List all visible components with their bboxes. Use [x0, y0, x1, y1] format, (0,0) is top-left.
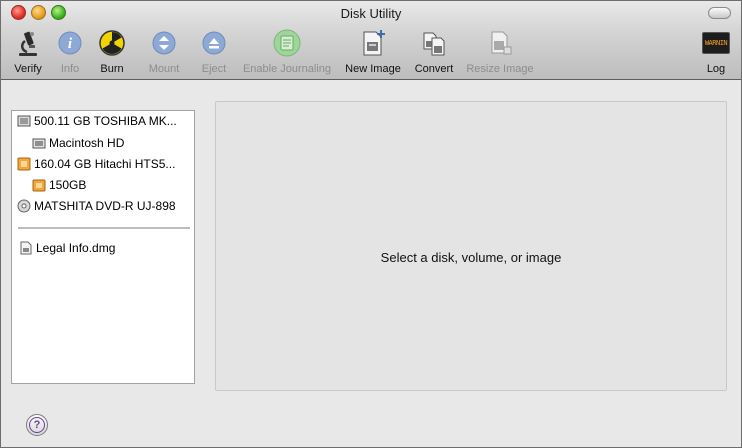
log-icon-text: WARNIN: [704, 39, 728, 47]
log-button[interactable]: WARNIN Log: [699, 29, 733, 77]
convert-button[interactable]: Convert: [411, 29, 457, 77]
eject-label: Eject: [201, 63, 227, 75]
window-title: Disk Utility: [340, 6, 402, 21]
sidebar-item-label: Macintosh HD: [49, 136, 125, 150]
sidebar-item-macintosh-hd[interactable]: Macintosh HD: [32, 134, 124, 152]
disk-list-sidebar[interactable]: 500.11 GB TOSHIBA MK... Macintosh HD 160…: [11, 110, 195, 384]
verify-label: Verify: [14, 63, 42, 75]
sidebar-divider: [18, 227, 190, 229]
sidebar-item-dvd-drive[interactable]: MATSHITA DVD-R UJ-898: [17, 197, 176, 215]
volume-icon: [32, 136, 46, 150]
log-icon: WARNIN: [702, 29, 730, 57]
enable-journaling-label: Enable Journaling: [242, 63, 332, 75]
burn-label: Burn: [100, 63, 124, 75]
resize-image-label: Resize Image: [466, 63, 534, 75]
log-label: Log: [706, 63, 726, 75]
external-volume-icon: [32, 178, 46, 192]
mount-button[interactable]: Mount: [145, 29, 183, 77]
enable-journaling-button[interactable]: Enable Journaling: [241, 29, 333, 77]
mount-label: Mount: [148, 63, 180, 75]
eject-button[interactable]: Eject: [197, 29, 231, 77]
sidebar-item-legal-info-dmg[interactable]: Legal Info.dmg: [19, 239, 115, 257]
detail-pane: Select a disk, volume, or image: [215, 101, 727, 391]
convert-icon: [420, 29, 448, 57]
new-image-icon: [359, 29, 387, 57]
sidebar-item-label: 500.11 GB TOSHIBA MK...: [34, 114, 177, 128]
sidebar-item-label: 160.04 GB Hitachi HTS5...: [34, 157, 176, 171]
convert-label: Convert: [414, 63, 454, 75]
sidebar-item-label: MATSHITA DVD-R UJ-898: [34, 199, 176, 213]
help-icon: ?: [29, 417, 45, 433]
sidebar-item-150gb[interactable]: 150GB: [32, 176, 86, 194]
detail-placeholder-text: Select a disk, volume, or image: [380, 250, 562, 265]
sidebar-item-hitachi-disk[interactable]: 160.04 GB Hitachi HTS5...: [17, 155, 175, 173]
sidebar-item-label: Legal Info.dmg: [36, 241, 116, 255]
journaling-icon: [273, 29, 301, 57]
new-image-button[interactable]: New Image: [343, 29, 403, 77]
burn-icon: [98, 29, 126, 57]
eject-icon: [200, 29, 228, 57]
disk-utility-window: Disk Utility Verify i Info Burn Mount Ej…: [0, 0, 742, 448]
burn-button[interactable]: Burn: [95, 29, 129, 77]
resize-image-button[interactable]: Resize Image: [463, 29, 537, 77]
resize-image-icon: [486, 29, 514, 57]
info-button[interactable]: i Info: [55, 29, 85, 77]
internal-disk-icon: [17, 114, 31, 128]
mount-icon: [150, 29, 178, 57]
optical-drive-icon: [17, 199, 31, 213]
verify-button[interactable]: Verify: [11, 29, 45, 77]
sidebar-item-label: 150GB: [49, 178, 87, 192]
external-disk-icon: [17, 157, 31, 171]
toolbar-toggle-button[interactable]: [708, 7, 731, 19]
title-bar: Disk Utility Verify i Info Burn Mount Ej…: [1, 1, 741, 80]
microscope-icon: [14, 29, 42, 57]
new-image-label: New Image: [345, 63, 401, 75]
sidebar-item-toshiba-disk[interactable]: 500.11 GB TOSHIBA MK...: [17, 112, 177, 130]
help-button[interactable]: ?: [26, 414, 48, 436]
disk-image-icon: [19, 241, 33, 255]
info-icon: i: [56, 29, 84, 57]
info-label: Info: [60, 63, 80, 75]
